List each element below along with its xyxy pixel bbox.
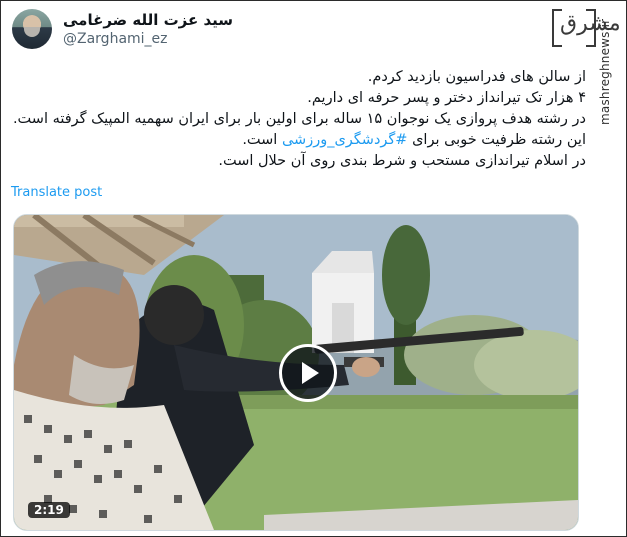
- tweet-line-3: در رشته هدف پروازی یک نوجوان ۱۵ ساله برا…: [12, 111, 586, 127]
- tweet-header: سید عزت الله ضرغامی @Zarghami_ez: [11, 7, 571, 53]
- mashregh-logo: مشرق: [552, 9, 621, 49]
- watermark-site: mashreghnews.ir: [598, 18, 612, 125]
- tweet-line-4-suffix: است.: [242, 132, 282, 148]
- hashtag-link[interactable]: #گردشگری_ورزشی: [282, 132, 408, 148]
- avatar-face: [24, 27, 40, 37]
- play-button[interactable]: [279, 344, 337, 402]
- tweet-line-4-prefix: این رشته ظرفیت خوبی برای: [407, 132, 586, 148]
- author-name[interactable]: سید عزت الله ضرغامی: [63, 11, 233, 29]
- tweet-line-4: این رشته ظرفیت خوبی برای #گردشگری_ورزشی …: [26, 130, 586, 151]
- tweet-line-1: از سالن های فدراسیون بازدید کردم.: [367, 69, 586, 85]
- tweet-line-5: در اسلام تیراندازی مستحب و شرط بندی روی …: [218, 153, 586, 169]
- tweet-line-2: ۴ هزار تک تیرانداز دختر و پسر حرفه ای دا…: [307, 90, 586, 106]
- video-player[interactable]: 2:19: [13, 214, 579, 531]
- translate-post-link[interactable]: Translate post: [11, 185, 102, 200]
- author-handle[interactable]: @Zarghami_ez: [63, 31, 168, 47]
- tweet-text: از سالن های فدراسیون بازدید کردم. ۴ هزار…: [12, 67, 586, 172]
- video-duration-badge: 2:19: [28, 502, 70, 518]
- play-icon: [301, 362, 319, 384]
- tweet-card: سید عزت الله ضرغامی @Zarghami_ez مشرق ma…: [0, 0, 627, 537]
- author-avatar[interactable]: [12, 9, 52, 49]
